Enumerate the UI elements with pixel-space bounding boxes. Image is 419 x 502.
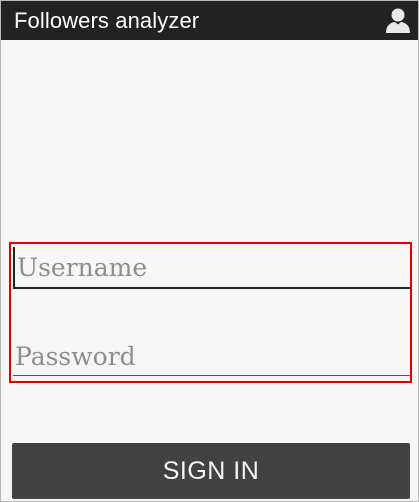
password-input[interactable] bbox=[13, 336, 410, 376]
password-underline bbox=[13, 375, 411, 376]
username-input[interactable] bbox=[13, 247, 410, 287]
sign-in-button[interactable]: SIGN IN bbox=[12, 443, 410, 499]
username-underline bbox=[13, 287, 411, 289]
profile-icon[interactable] bbox=[384, 6, 412, 34]
app-title: Followers analyzer bbox=[14, 8, 200, 33]
app-bar: Followers analyzer bbox=[1, 1, 418, 40]
app-window: Followers analyzer SIGN IN bbox=[0, 0, 419, 502]
